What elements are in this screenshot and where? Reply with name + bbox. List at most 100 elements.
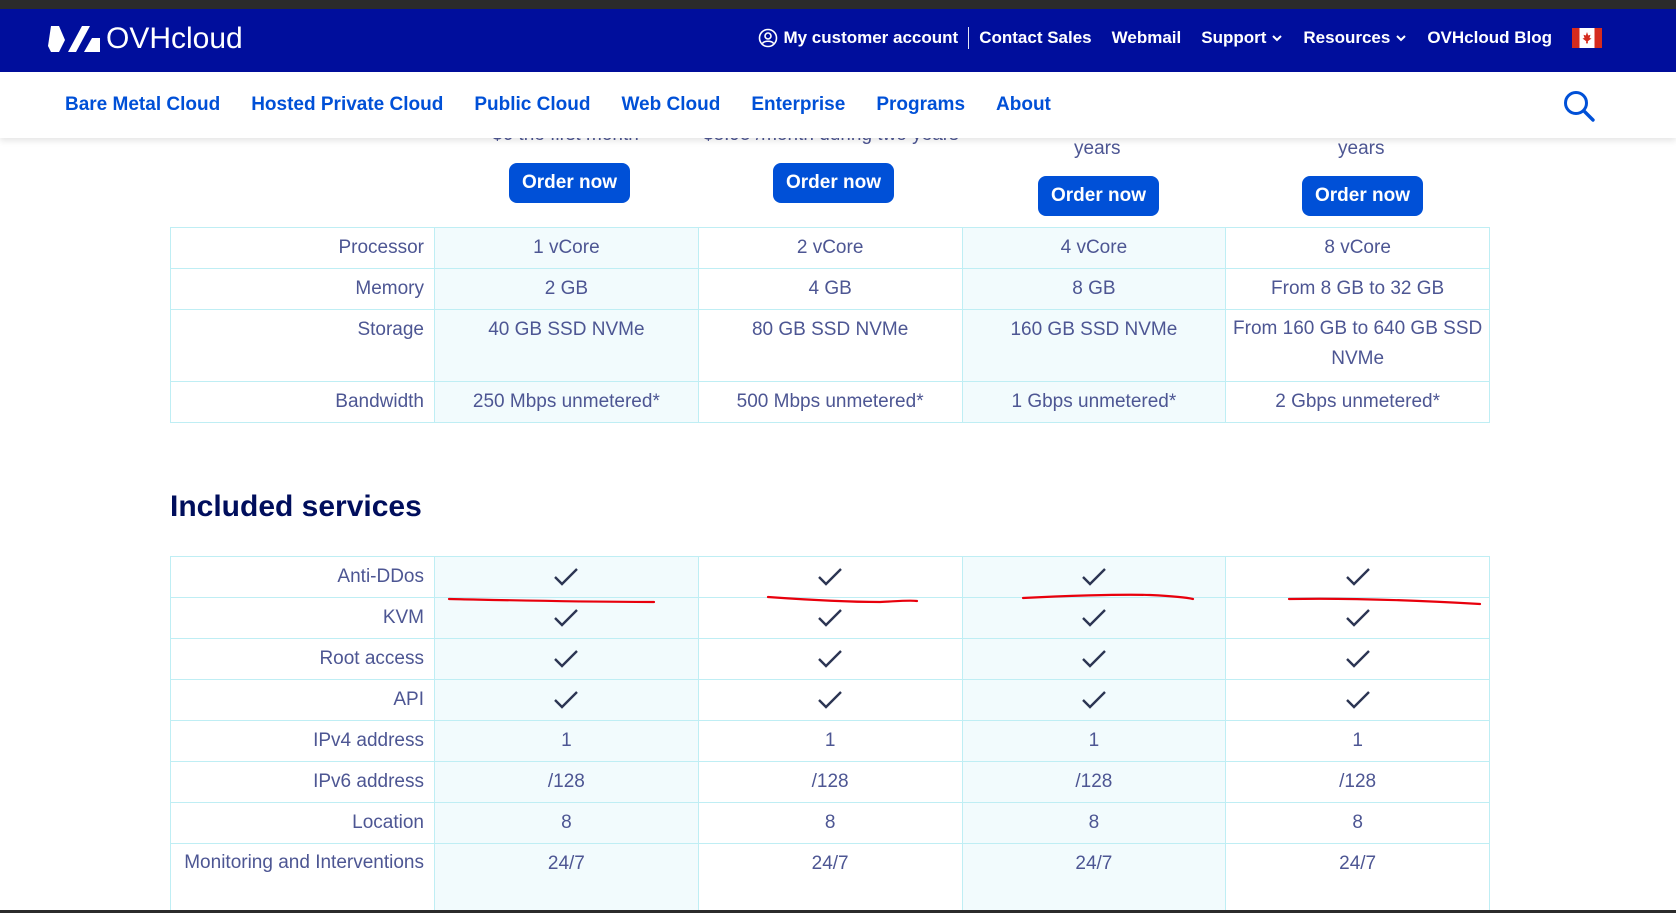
divider — [968, 27, 970, 49]
checkmark-icon — [554, 609, 579, 627]
table-cell: From 8 GB to 32 GB — [1225, 268, 1490, 310]
table-row: Monitoring and Interventions 24/7 24/7 2… — [170, 843, 1490, 913]
table-cell: 1 vCore — [434, 227, 699, 269]
contact-sales-link[interactable]: Contact Sales — [979, 28, 1091, 48]
nav-hosted-private-cloud[interactable]: Hosted Private Cloud — [251, 94, 443, 116]
table-row: Anti-DDos — [170, 556, 1490, 598]
table-cell — [1225, 679, 1490, 721]
row-label: Processor — [170, 227, 435, 269]
table-cell — [434, 679, 699, 721]
table-cell: 1 — [697, 720, 963, 762]
product-menu: Bare Metal Cloud Hosted Private Cloud Pu… — [65, 94, 1082, 116]
top-navigation-bar: OVHcloud My customer account Contact Sal… — [0, 9, 1676, 72]
table-cell: /128 — [1225, 761, 1490, 803]
ovhcloud-logo[interactable]: OVHcloud — [48, 22, 243, 56]
order-now-button-plan-3[interactable]: Order now — [1038, 176, 1160, 216]
table-cell: 2 Gbps unmetered* — [1225, 381, 1490, 423]
search-icon[interactable] — [1562, 89, 1596, 123]
nav-about[interactable]: About — [996, 94, 1051, 116]
table-cell: 8 — [434, 802, 699, 844]
row-label: Location — [170, 802, 435, 844]
table-cell: 24/7 — [961, 843, 1227, 913]
order-now-button-plan-1[interactable]: Order now — [509, 163, 631, 203]
table-row: Storage 40 GB SSD NVMe 80 GB SSD NVMe 16… — [170, 309, 1490, 382]
user-icon — [759, 28, 778, 48]
top-links: My customer account Contact Sales Webmai… — [758, 27, 1602, 49]
checkmark-icon — [818, 691, 842, 709]
services-table: Anti-DDos KVM Root access API IPv4 addre… — [170, 556, 1490, 913]
table-cell — [961, 679, 1227, 721]
table-cell: 2 GB — [434, 268, 699, 310]
nav-programs[interactable]: Programs — [876, 94, 965, 116]
support-menu[interactable]: Support — [1201, 28, 1283, 48]
table-row: IPv4 address 1 1 1 1 — [170, 720, 1490, 762]
table-cell — [961, 597, 1227, 639]
canada-flag-icon[interactable] — [1572, 28, 1602, 48]
table-cell: 8 GB — [961, 268, 1227, 310]
nav-enterprise[interactable]: Enterprise — [751, 94, 845, 116]
table-cell: /128 — [434, 761, 699, 803]
table-cell: 1 Gbps unmetered* — [961, 381, 1227, 423]
checkmark-icon — [1345, 691, 1370, 709]
plan-4-price-note: years — [1338, 138, 1385, 159]
table-cell — [1225, 638, 1490, 680]
table-cell: 8 — [1225, 802, 1490, 844]
table-cell: 4 vCore — [961, 227, 1227, 269]
table-cell: 24/7 — [1225, 843, 1490, 913]
chevron-down-icon — [1272, 35, 1283, 42]
row-label: KVM — [170, 597, 435, 639]
main-content: $6 the first month $8.95 /month during t… — [0, 138, 1676, 913]
row-label: Monitoring and Interventions — [170, 843, 435, 913]
table-cell: 8 — [697, 802, 963, 844]
checkmark-icon — [1345, 609, 1370, 627]
row-label: Memory — [170, 268, 435, 310]
nav-web-cloud[interactable]: Web Cloud — [621, 94, 720, 116]
checkmark-icon — [818, 609, 842, 627]
table-cell: 250 Mbps unmetered* — [434, 381, 699, 423]
row-label: Anti-DDos — [170, 556, 435, 598]
ovhcloud-logo-icon — [48, 26, 100, 52]
table-cell — [1225, 597, 1490, 639]
customer-account-label: My customer account — [783, 28, 959, 47]
table-cell: 8 — [961, 802, 1227, 844]
checkmark-icon — [554, 691, 579, 709]
webmail-link[interactable]: Webmail — [1112, 28, 1182, 48]
table-row: Root access — [170, 638, 1490, 680]
checkmark-icon — [818, 650, 842, 668]
table-cell: 8 vCore — [1225, 227, 1490, 269]
row-label: Bandwidth — [170, 381, 435, 423]
checkmark-icon — [818, 568, 842, 586]
table-row: Bandwidth 250 Mbps unmetered* 500 Mbps u… — [170, 381, 1490, 423]
table-cell: /128 — [697, 761, 963, 803]
row-label: IPv6 address — [170, 761, 435, 803]
checkmark-icon — [1082, 609, 1106, 627]
blog-link[interactable]: OVHcloud Blog — [1427, 28, 1552, 48]
nav-bare-metal-cloud[interactable]: Bare Metal Cloud — [65, 94, 220, 116]
customer-account-link[interactable]: My customer account — [758, 28, 958, 48]
nav-public-cloud[interactable]: Public Cloud — [474, 94, 590, 116]
table-cell — [697, 679, 963, 721]
resources-menu[interactable]: Resources — [1303, 28, 1407, 48]
order-now-button-plan-2[interactable]: Order now — [773, 163, 895, 203]
table-row: Location 8 8 8 8 — [170, 802, 1490, 844]
browser-top-strip — [0, 0, 1676, 9]
table-cell — [1225, 556, 1490, 598]
table-cell: 1 — [1225, 720, 1490, 762]
checkmark-icon — [554, 650, 579, 668]
order-now-button-plan-4[interactable]: Order now — [1302, 176, 1424, 216]
table-cell — [434, 638, 699, 680]
table-cell: 24/7 — [697, 843, 963, 913]
plan-1-price-note: $6 the first month — [492, 138, 639, 146]
table-cell: From 160 GB to 640 GB SSD NVMe — [1225, 309, 1490, 382]
table-row: Memory 2 GB 4 GB 8 GB From 8 GB to 32 GB — [170, 268, 1490, 310]
table-cell: 40 GB SSD NVMe — [434, 309, 699, 382]
support-label: Support — [1201, 28, 1267, 47]
resources-label: Resources — [1303, 28, 1391, 47]
checkmark-icon — [1082, 650, 1106, 668]
table-cell: 1 — [434, 720, 699, 762]
table-cell — [434, 597, 699, 639]
table-cell — [434, 556, 699, 598]
plan-3-price-note: years — [1074, 138, 1121, 159]
plan-2-price-note: $8.95 /month during two years — [703, 138, 959, 146]
section-title: Included services — [170, 490, 422, 523]
